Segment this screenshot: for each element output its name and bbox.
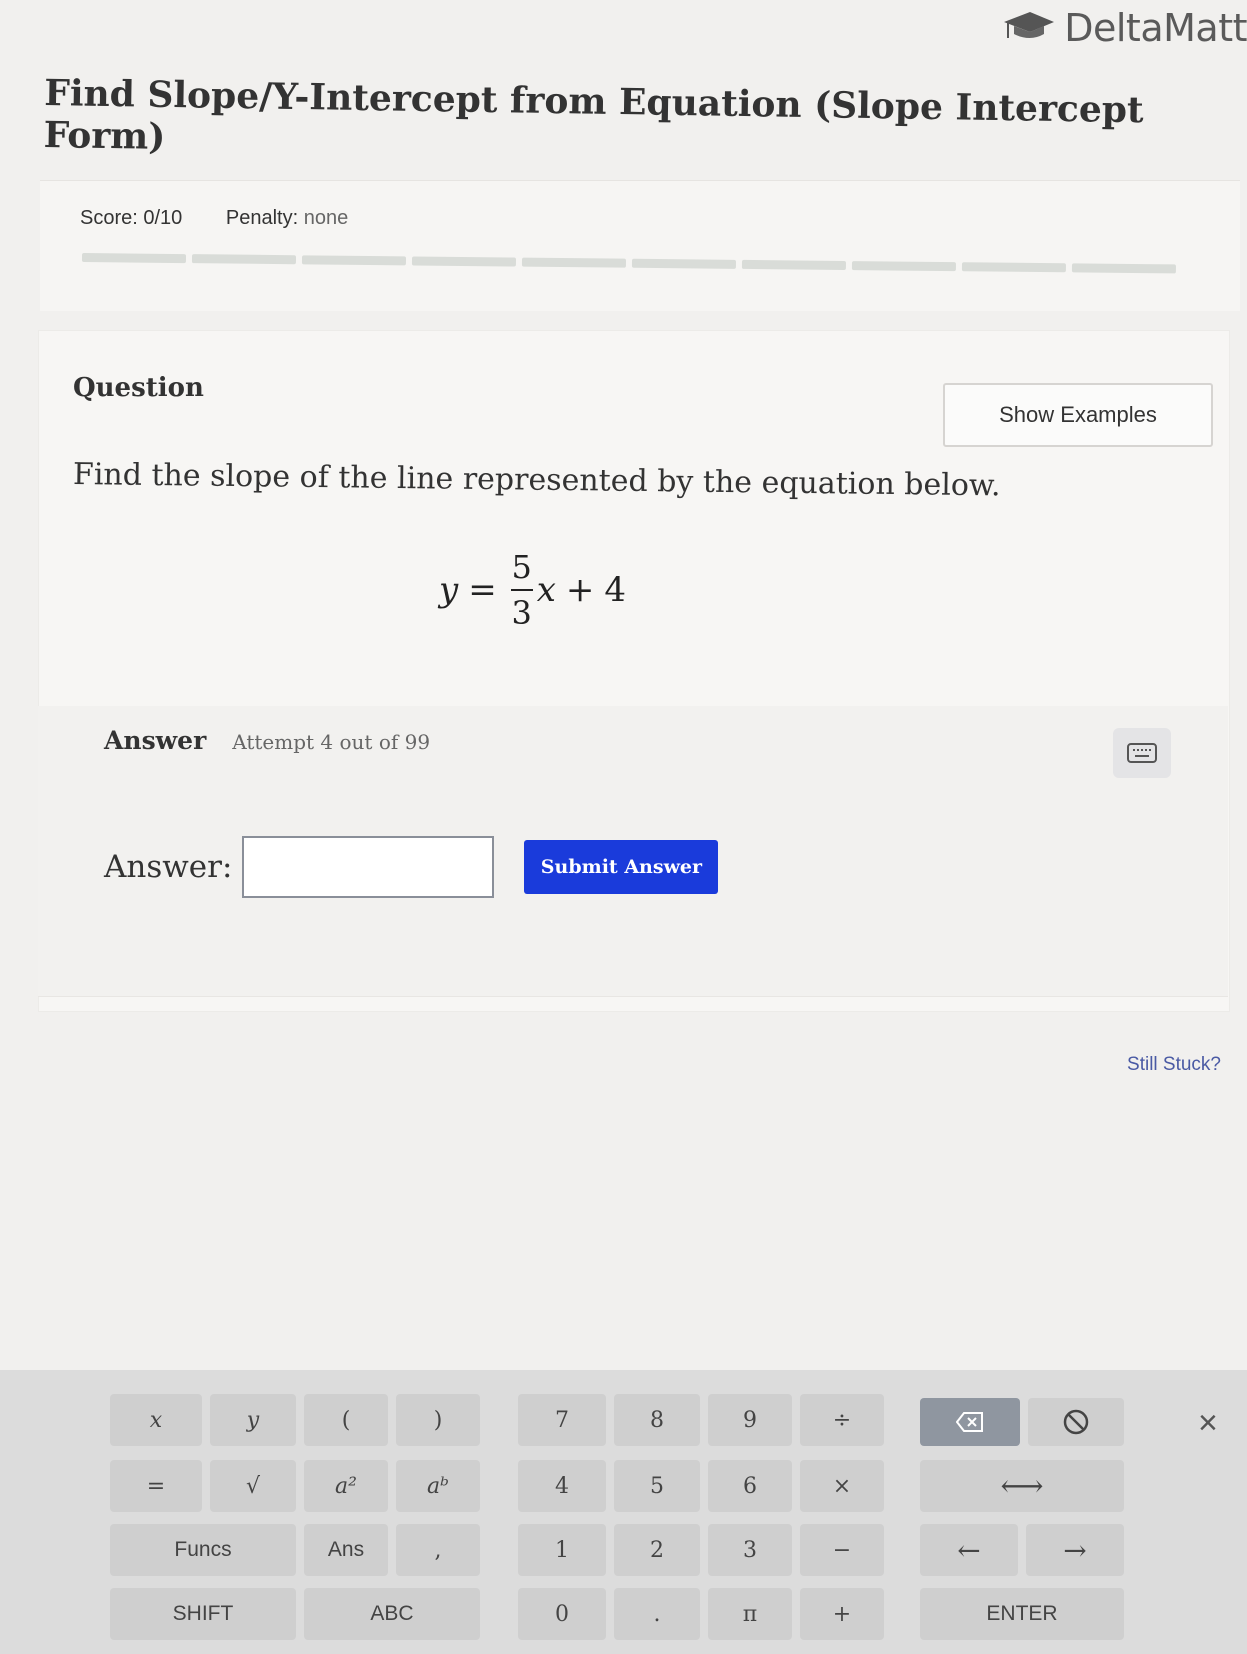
key-funcs[interactable]: Funcs (110, 1524, 296, 1576)
progress-segment (961, 262, 1066, 273)
progress-segment (851, 261, 956, 272)
answer-label: Answer: (104, 849, 233, 885)
key-multiply[interactable]: × (800, 1460, 884, 1512)
key-6[interactable]: 6 (708, 1460, 792, 1512)
key-decimal[interactable]: . (614, 1588, 700, 1640)
question-heading: Question (73, 373, 204, 403)
key-shift[interactable]: SHIFT (110, 1588, 296, 1640)
progress-segment (301, 255, 407, 266)
key-swap[interactable]: ⟷ (920, 1460, 1124, 1512)
key-comma[interactable]: , (396, 1524, 480, 1576)
answer-heading: Answer (104, 726, 207, 755)
progress-segment (631, 258, 737, 269)
equation-fraction: 5 3 (510, 548, 533, 632)
question-prompt: Find the slope of the line represented b… (72, 457, 1001, 504)
fraction-numerator: 5 (511, 548, 532, 586)
page-title: Find Slope/Y-Intercept from Equation (Sl… (43, 72, 1144, 158)
attempt-counter: Attempt 4 out of 99 (232, 730, 431, 754)
submit-answer-button[interactable]: Submit Answer (524, 840, 719, 894)
key-power[interactable]: aᵇ (396, 1460, 480, 1512)
key-left-arrow[interactable]: ← (920, 1524, 1018, 1576)
key-equals[interactable]: = (110, 1460, 202, 1512)
key-divide[interactable]: ÷ (800, 1394, 884, 1446)
answer-header: Answer Attempt 4 out of 99 (104, 726, 430, 755)
key-4[interactable]: 4 (518, 1460, 606, 1512)
key-1[interactable]: 1 (518, 1524, 606, 1576)
key-enter[interactable]: ENTER (920, 1588, 1124, 1640)
score-line: Score: 0/10 Penalty: none (80, 207, 348, 230)
backspace-icon[interactable] (920, 1398, 1020, 1446)
show-examples-button[interactable]: Show Examples (943, 383, 1213, 447)
progress-bar (81, 253, 1176, 274)
keyboard-icon[interactable] (1113, 728, 1171, 778)
key-x[interactable]: x (110, 1394, 202, 1446)
key-minus[interactable]: − (800, 1524, 884, 1576)
key-3[interactable]: 3 (708, 1524, 792, 1576)
progress-segment (81, 253, 187, 264)
brand: DeltaMatt (1000, 6, 1247, 50)
key-7[interactable]: 7 (518, 1394, 606, 1446)
key-open-paren[interactable]: ( (304, 1394, 388, 1446)
key-close-paren[interactable]: ) (396, 1394, 480, 1446)
fraction-denominator: 3 (511, 594, 532, 632)
answer-panel: Answer Attempt 4 out of 99 Answer: Submi… (38, 706, 1228, 997)
math-keypad: x y ( ) 7 8 9 ÷ = √ a² aᵇ 4 5 6 × ⟷ Func… (0, 1370, 1247, 1654)
score-value: 0/10 (143, 207, 183, 229)
score-label: Score: (80, 207, 138, 229)
equation-op: + (565, 570, 595, 610)
progress-segment (191, 254, 297, 265)
clear-icon[interactable] (1028, 1398, 1124, 1446)
progress-segment (741, 259, 847, 271)
progress-segment (1071, 263, 1176, 274)
close-keypad-icon[interactable]: × (1198, 1404, 1218, 1443)
answer-input[interactable] (242, 836, 495, 898)
equation-var: x (536, 570, 556, 610)
equation-equals: = (468, 570, 497, 610)
key-square[interactable]: a² (304, 1460, 388, 1512)
key-pi[interactable]: π (708, 1588, 792, 1640)
key-9[interactable]: 9 (708, 1394, 792, 1446)
key-abc[interactable]: ABC (304, 1588, 480, 1640)
key-2[interactable]: 2 (614, 1524, 700, 1576)
equation-const: 4 (604, 570, 627, 610)
graduation-cap-icon (1000, 10, 1056, 47)
key-plus[interactable]: + (800, 1588, 884, 1640)
equation: y = 5 3 x + 4 (439, 551, 626, 629)
progress-segment (521, 257, 627, 268)
key-right-arrow[interactable]: → (1026, 1524, 1124, 1576)
brand-name: DeltaMatt (1064, 6, 1247, 50)
key-0[interactable]: 0 (518, 1588, 606, 1640)
equation-lhs: y (439, 570, 459, 610)
penalty-value: none (303, 207, 349, 229)
key-sqrt[interactable]: √ (210, 1460, 296, 1512)
key-ans[interactable]: Ans (304, 1524, 388, 1576)
progress-segment (411, 256, 517, 267)
still-stuck-link[interactable]: Still Stuck? (1127, 1054, 1221, 1076)
score-panel: Score: 0/10 Penalty: none (40, 180, 1240, 311)
answer-row: Answer: Submit Answer (104, 836, 719, 898)
key-y[interactable]: y (210, 1394, 296, 1446)
key-5[interactable]: 5 (614, 1460, 700, 1512)
fraction-bar (510, 589, 533, 591)
penalty-label: Penalty: (225, 207, 299, 229)
key-8[interactable]: 8 (614, 1394, 700, 1446)
